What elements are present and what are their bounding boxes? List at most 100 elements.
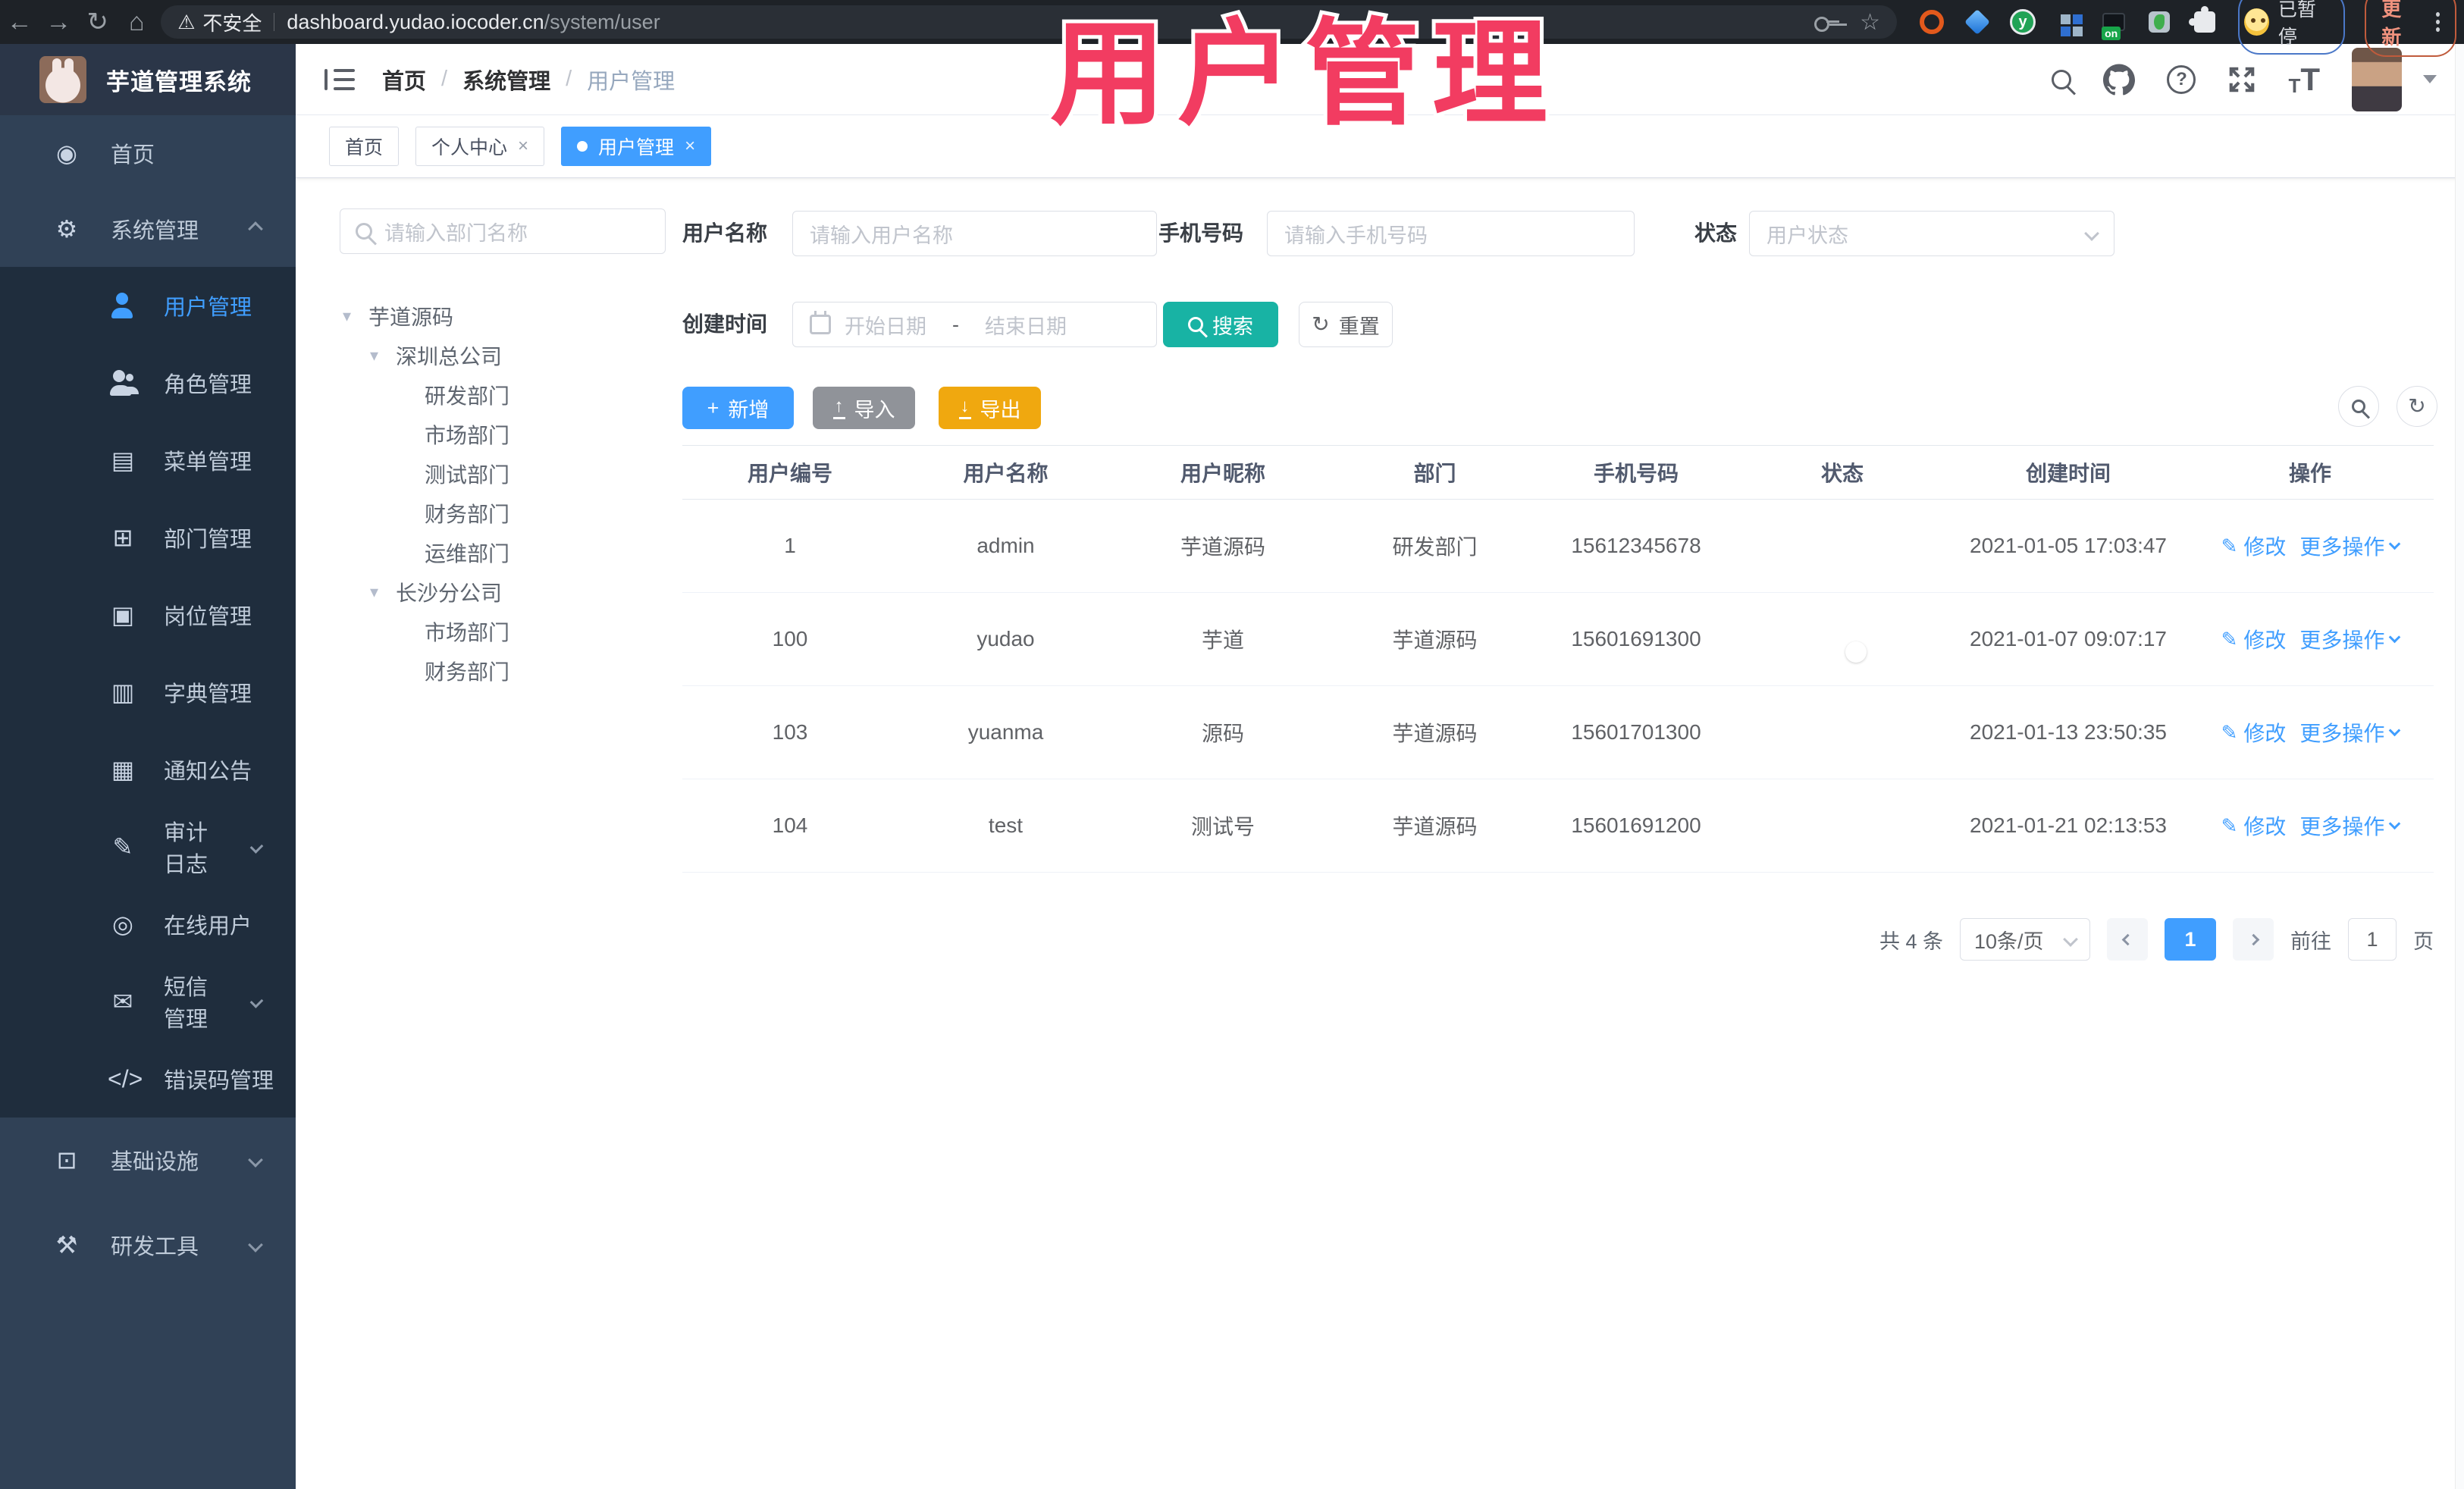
sidebar-item-home[interactable]: ◉ 首页 [0,115,296,191]
tree-node[interactable]: 测试部门 [340,454,666,494]
tree-node[interactable]: 市场部门 [340,612,666,651]
tree-node[interactable]: ▾ 长沙分公司 [340,572,666,612]
tab-home[interactable]: 首页 [329,127,400,166]
more-actions-link[interactable]: 更多操作 [2299,810,2401,841]
export-button[interactable]: ↓ 导出 [939,387,1041,429]
security-label[interactable]: 不安全 [202,8,262,36]
sidebar-item-sms-mgmt[interactable]: ✉ 短信管理 [0,963,296,1040]
tree-node[interactable]: 财务部门 [340,651,666,691]
browser-menu-icon[interactable] [2435,20,2440,24]
more-actions-link[interactable]: 更多操作 [2299,717,2401,748]
sidebar-item-dept-mgmt[interactable]: ⊞ 部门管理 [0,499,296,576]
more-actions-link[interactable]: 更多操作 [2299,531,2401,561]
page-number-1[interactable]: 1 [2165,918,2216,961]
table-toolbar: + 新增 ↑ 导入 ↓ 导出 ↻ [682,386,2437,429]
tree-node[interactable]: 研发部门 [340,375,666,415]
edit-link[interactable]: ✎ 修改 [2221,531,2287,561]
extensions-row: y on [1918,6,2218,40]
status-select[interactable]: 用户状态 [1749,211,2114,256]
bookmark-star-icon[interactable]: ☆ [1860,9,1880,36]
browser-update-chip[interactable]: 更新 [2365,0,2457,57]
close-icon[interactable]: × [685,136,695,157]
search-button[interactable]: 搜索 [1163,302,1278,347]
sidebar-item-infra[interactable]: ⊡ 基础设施 [0,1118,296,1202]
extension-sprout-icon[interactable] [2146,8,2173,36]
tree-node[interactable]: 市场部门 [340,415,666,454]
browser-profile-chip[interactable]: 已暂停 [2238,0,2346,55]
fullscreen-icon[interactable] [2227,65,2256,94]
update-label: 更新 [2381,0,2402,49]
sidebar-item-audit-log[interactable]: ✎ 审计日志 [0,808,296,886]
sidebar-item-online-users[interactable]: ◎ 在线用户 [0,886,296,963]
edit-link[interactable]: ✎ 修改 [2221,717,2287,748]
browser-back-icon[interactable]: ← [0,0,39,44]
caret-down-icon[interactable]: ▾ [343,306,368,326]
font-size-icon[interactable]: TT [2288,63,2320,96]
app-logo-row[interactable]: 芋道管理系统 [0,44,296,115]
sidebar-collapse-icon[interactable] [324,67,355,92]
search-icon[interactable] [2052,69,2072,89]
online-user-icon: ◎ [112,911,133,938]
goto-page-input[interactable]: 1 [2348,918,2397,961]
mobile-input[interactable]: 请输入手机号码 [1267,211,1635,256]
help-icon[interactable]: ? [2167,64,2196,94]
user-avatar[interactable] [2352,47,2402,111]
breadcrumb-system[interactable]: 系统管理 [462,64,550,96]
sidebar-item-system[interactable]: ⚙ 系统管理 [0,191,296,267]
import-button[interactable]: ↑ 导入 [813,387,915,429]
table-row: 100 yudao 芋道 芋道源码 15601691300 2021-01-07… [682,593,2434,686]
browser-reload-icon[interactable]: ↻ [78,0,118,44]
prev-page-button[interactable] [2107,918,2148,961]
tab-profile[interactable]: 个人中心 × [415,127,545,166]
header-actions: ? TT [2052,47,2464,111]
breadcrumb-home[interactable]: 首页 [382,64,426,96]
tags-view-bar: 首页 个人中心 × 用户管理 × [296,115,2464,178]
tree-node[interactable]: 运维部门 [340,533,666,572]
caret-down-icon[interactable]: ▾ [370,346,396,365]
close-icon[interactable]: × [518,136,528,157]
sidebar-item-devtools[interactable]: ⚒ 研发工具 [0,1202,296,1287]
page-size-select[interactable]: 10条/页 [1960,918,2090,961]
next-page-button[interactable] [2233,918,2274,961]
dept-search-input[interactable]: 请输入部门名称 [340,208,666,254]
sidebar-item-post-mgmt[interactable]: ▣ 岗位管理 [0,576,296,654]
sidebar-item-role-mgmt[interactable]: 角色管理 [0,344,296,422]
browser-forward-icon[interactable]: → [39,0,79,44]
extension-ubuntu-icon[interactable] [1918,8,1945,36]
tree-node[interactable]: ▾ 深圳总公司 [340,336,666,375]
password-key-icon[interactable] [1814,17,1840,32]
show-search-button[interactable] [2338,386,2379,427]
caret-down-icon[interactable]: ▾ [370,582,396,602]
reset-button[interactable]: ↻ 重置 [1299,302,1393,347]
window-scrollbar[interactable] [2455,44,2464,1489]
tree-node[interactable]: ▾ 芋道源码 [340,296,666,336]
goto-label: 前往 [2290,929,2331,953]
extension-y-icon[interactable]: y [2009,8,2036,36]
sidebar-item-dict-mgmt[interactable]: ▥ 字典管理 [0,654,296,731]
sidebar-item-error-code[interactable]: </> 错误码管理 [0,1040,296,1118]
more-actions-link[interactable]: 更多操作 [2299,624,2401,654]
extensions-puzzle-icon[interactable] [2189,6,2218,36]
profile-paused-label: 已暂停 [2277,0,2316,48]
chevron-down-icon [248,1237,263,1252]
edit-link[interactable]: ✎ 修改 [2221,810,2287,841]
edit-link[interactable]: ✎ 修改 [2221,624,2287,654]
add-button[interactable]: + 新增 [682,387,794,429]
sidebar-item-menu-mgmt[interactable]: ▤ 菜单管理 [0,422,296,499]
download-icon: ↓ [958,397,971,419]
extension-switch-icon[interactable]: on [2100,8,2127,40]
sidebar-item-notice[interactable]: ▦ 通知公告 [0,731,296,808]
tree-node[interactable]: 财务部门 [340,494,666,533]
extension-gem-icon[interactable] [1964,8,1991,36]
github-icon[interactable] [2103,64,2136,96]
extension-grid-icon[interactable] [2055,8,2082,36]
browser-home-icon[interactable]: ⌂ [118,0,157,44]
date-range-input[interactable]: 开始日期 - 结束日期 [792,302,1157,347]
avatar-caret-icon[interactable] [2423,75,2437,83]
refresh-table-button[interactable]: ↻ [2397,386,2437,427]
address-bar[interactable]: ⚠ 不安全 dashboard.yudao.iocoder.cn /system… [161,5,1898,39]
sidebar-item-user-mgmt[interactable]: 用户管理 [0,267,296,344]
notice-icon: ▦ [111,756,135,783]
username-input[interactable]: 请输入用户名称 [792,211,1157,256]
tab-user-mgmt[interactable]: 用户管理 × [561,127,712,166]
